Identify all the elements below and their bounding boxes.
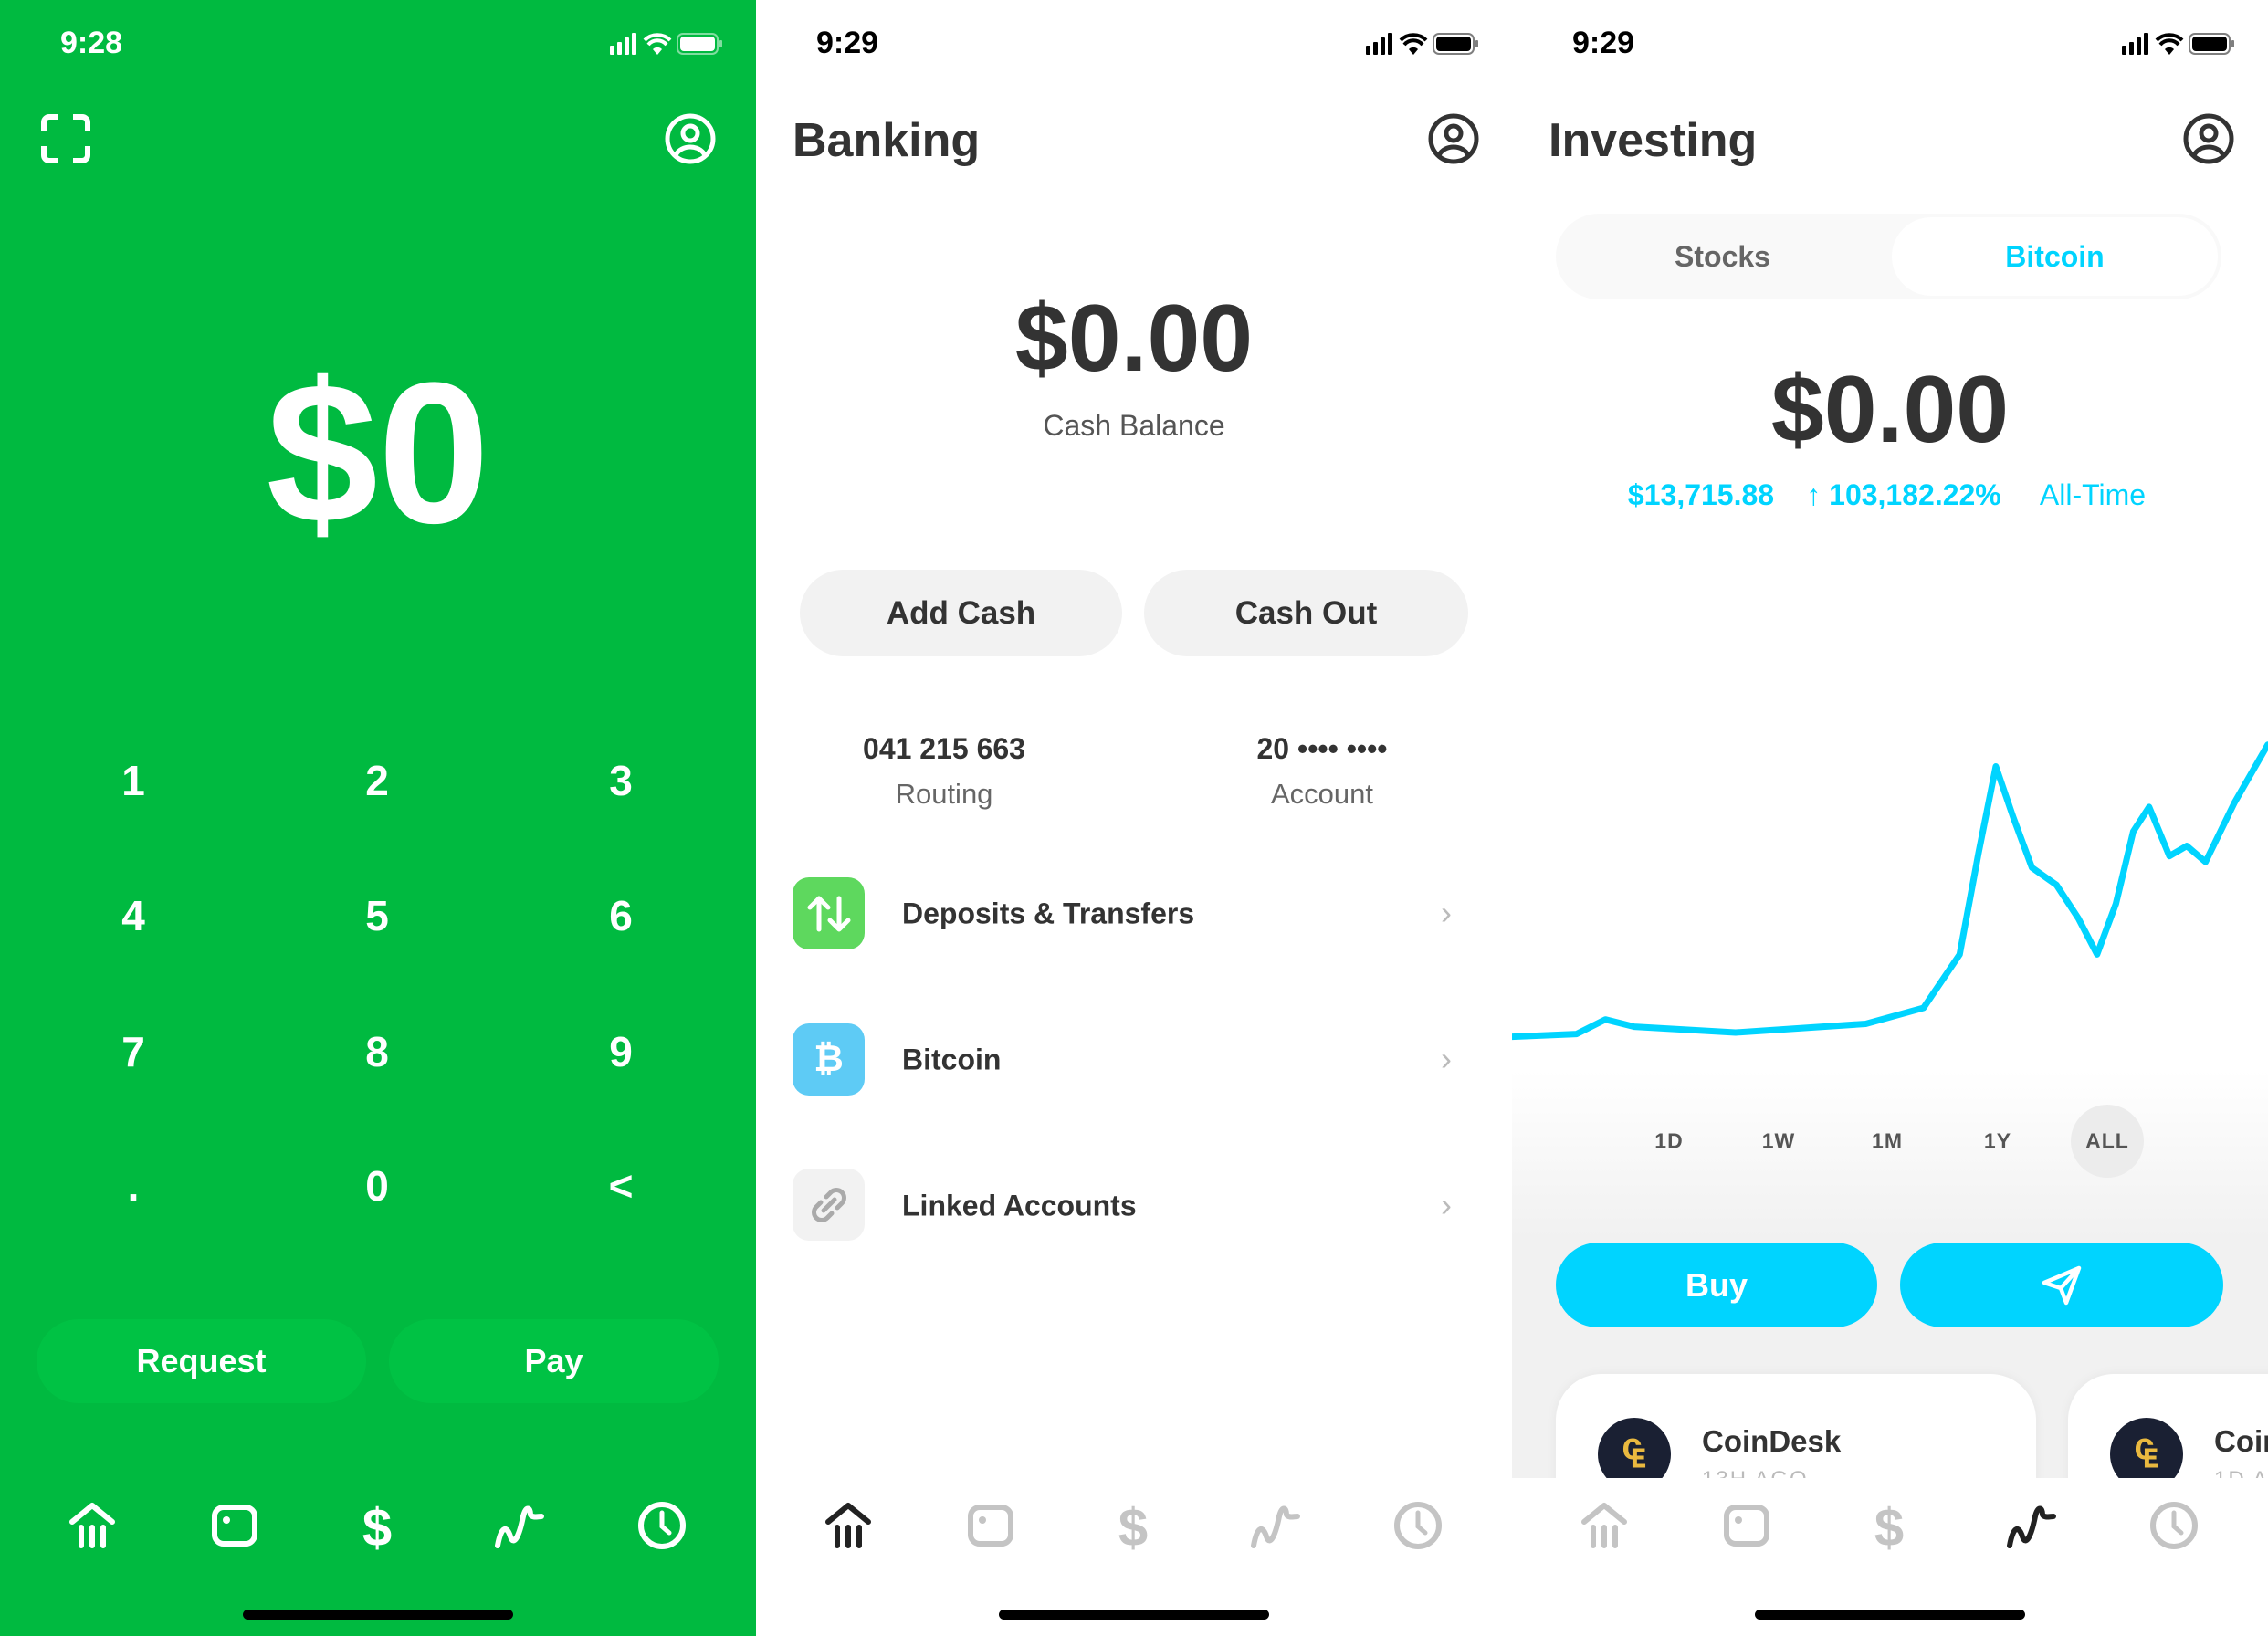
dollar-icon[interactable] [1106,1498,1160,1553]
range-label: All-Time [2039,478,2147,511]
home-icon[interactable] [821,1498,876,1553]
status-time: 9:29 [1572,26,1635,60]
keypad-key[interactable]: 1 [121,756,145,805]
banking-screen: 9:29 Banking $0.00 Cash Balance Add Cash… [756,0,1512,1636]
keypad-key[interactable]: 7 [121,1027,145,1076]
home-indicator [243,1610,513,1620]
card-icon[interactable] [1719,1498,1774,1553]
clock-icon[interactable] [2147,1498,2201,1553]
price-chart[interactable] [1512,712,2268,1059]
chevron-right-icon: › [1441,1186,1452,1223]
keypad-key[interactable]: 5 [365,891,389,940]
home-indicator [1755,1610,2025,1620]
news-source: CoinDesk [2214,1424,2268,1458]
keypad-key[interactable]: 2 [365,756,389,805]
price-change: ↑ 103,182.22% [1806,478,2001,511]
dollar-icon[interactable] [1862,1498,1916,1553]
keypad-key[interactable]: 3 [609,756,633,805]
keypad-key[interactable]: 4 [121,891,145,940]
price-line [1512,741,2268,1041]
home-icon[interactable] [1577,1498,1632,1553]
news-source: CoinDesk [1702,1424,1842,1458]
buy-button[interactable]: Buy [1556,1243,1877,1327]
routing-label: Routing [895,778,993,810]
profile-icon[interactable] [2181,111,2236,166]
account-number[interactable]: 20 •••• •••• [1257,732,1388,766]
page-title: Banking [793,114,981,167]
keypad-key[interactable]: 8 [365,1027,389,1076]
period-1w[interactable]: 1W [1762,1129,1796,1154]
send-icon [2042,1265,2082,1305]
card-icon[interactable] [207,1498,262,1553]
status-icons [610,33,723,55]
keypad-key[interactable]: . [128,1161,140,1211]
request-button[interactable]: Request [37,1319,366,1403]
clock-icon[interactable] [1391,1498,1445,1553]
send-button[interactable] [1900,1243,2223,1327]
bitcoin-balance: $0.00 [1770,357,2010,463]
cash-out-button[interactable]: Cash Out [1144,570,1468,656]
pay-button[interactable]: Pay [389,1319,719,1403]
period-all[interactable]: ALL [2085,1129,2129,1154]
keypad-key[interactable]: 9 [609,1027,633,1076]
segmented-control: Stocks Bitcoin [1556,214,2221,299]
keypad-key[interactable]: 6 [609,891,633,940]
list-item-label: Deposits & Transfers [902,897,1195,930]
activity-icon[interactable] [1248,1498,1303,1553]
profile-icon[interactable] [663,111,718,166]
status-time: 9:29 [816,26,879,60]
chevron-right-icon: › [1441,894,1452,931]
bitcoin-price: $13,715.88 [1627,478,1775,511]
investing-screen: 9:29 Investing Stocks Bitcoin $0.00 $13,… [1512,0,2268,1636]
routing-number[interactable]: 041 215 663 [863,732,1025,766]
profile-icon[interactable] [1426,111,1481,166]
keypad-key[interactable]: 0 [365,1161,389,1211]
cash-balance-label: Cash Balance [1043,409,1225,442]
page-title: Investing [1549,114,1758,167]
list-item-label: Bitcoin [902,1043,1002,1076]
clock-icon[interactable] [635,1498,689,1553]
chevron-right-icon: › [1441,1040,1452,1077]
cash-screen: 9:28 $0 1 2 3 4 5 6 7 8 9. 0 < Request Pay [0,0,756,1636]
tab-stocks[interactable]: Stocks [1556,214,1889,299]
activity-icon[interactable] [2004,1498,2059,1553]
card-icon[interactable] [963,1498,1018,1553]
period-1d[interactable]: 1D [1654,1129,1683,1154]
status-icons [2122,33,2235,55]
period-1m[interactable]: 1M [1872,1129,1903,1154]
add-cash-button[interactable]: Add Cash [800,570,1122,656]
link-icon [793,1169,865,1241]
period-1y[interactable]: 1Y [1984,1129,2011,1154]
dollar-icon[interactable] [350,1498,404,1553]
bitcoin-icon: ₿ [793,1023,865,1096]
home-icon[interactable] [65,1498,120,1553]
cash-balance: $0.00 [1014,286,1254,392]
list-item-label: Linked Accounts [902,1189,1137,1222]
status-time: 9:28 [60,26,123,60]
scan-qr-icon[interactable] [40,113,91,164]
arrows-up-down-icon [793,877,865,949]
tab-bitcoin[interactable]: Bitcoin [1892,217,2218,296]
account-label: Account [1270,778,1374,810]
keypad-key[interactable]: < [609,1161,634,1211]
status-icons [1366,33,1479,55]
amount-display: $0 [266,341,490,565]
home-indicator [999,1610,1269,1620]
activity-icon[interactable] [492,1498,547,1553]
